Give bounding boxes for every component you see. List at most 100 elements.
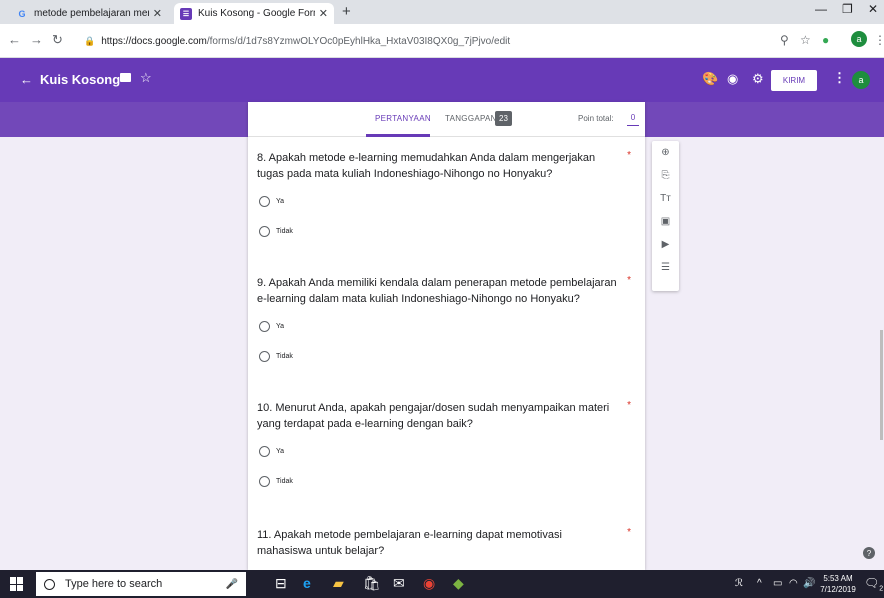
browser-tab-forms[interactable]: ☰ Kuis Kosong - Google Formulir ✕ <box>174 3 334 24</box>
radio-icon[interactable] <box>259 321 270 332</box>
form-title[interactable]: Kuis Kosong <box>40 72 120 87</box>
page-scrollbar[interactable] <box>880 330 883 440</box>
question-text: 10. Menurut Anda, apakah pengajar/dosen … <box>257 402 610 430</box>
radio-icon[interactable] <box>259 351 270 362</box>
form-tabs: PERTANYAAN TANGGAPAN 23 Poin total: 0 <box>248 102 645 137</box>
file-explorer-icon[interactable]: ▰ <box>333 575 344 592</box>
url-path: /forms/d/1d7s8YzmwOLYOc0pEyhlHka_HxtaV03… <box>206 35 511 47</box>
radio-icon[interactable] <box>259 476 270 487</box>
app-icon[interactable]: ◆ <box>453 575 464 592</box>
import-questions-icon[interactable]: ⎘ <box>652 170 679 181</box>
option-tidak[interactable]: Tidak <box>259 351 293 362</box>
zoom-icon[interactable]: ⚲ <box>780 33 789 47</box>
extension-icon[interactable]: ● <box>822 33 829 47</box>
option-label: Tidak <box>276 478 293 485</box>
microphone-icon[interactable]: 🎤 <box>226 579 238 590</box>
close-tab-icon[interactable]: ✕ <box>319 7 328 20</box>
option-ya[interactable]: Ya <box>259 446 284 457</box>
add-question-icon[interactable]: ⊕ <box>652 147 679 158</box>
browser-menu-icon[interactable]: ⋮ <box>874 33 884 47</box>
new-tab-button[interactable]: + <box>342 3 351 20</box>
palette-icon[interactable]: 🎨 <box>702 71 718 87</box>
windows-taskbar: Type here to search 🎤 ⊟ e ▰ 🛍 ✉ ◉ ◆ ℛ ^ … <box>0 570 884 598</box>
back-arrow-icon[interactable]: ← <box>20 72 33 87</box>
question-toolbar: ⊕ ⎘ Tт ▣ ▶ ☰ <box>652 141 679 291</box>
volume-icon[interactable]: 🔊 <box>803 578 815 589</box>
address-bar[interactable]: 🔒 https://docs.google.com/forms/d/1d7s8Y… <box>84 31 844 51</box>
show-hidden-icons-chevron[interactable]: ^ <box>757 578 762 589</box>
reload-icon[interactable]: ↻ <box>52 32 63 48</box>
chrome-icon[interactable]: ◉ <box>423 575 435 592</box>
points-total-label: Poin total: <box>578 114 614 123</box>
account-avatar[interactable]: a <box>852 71 870 89</box>
notification-count: 2 <box>879 585 884 593</box>
folder-icon[interactable] <box>120 73 131 82</box>
radio-icon[interactable] <box>259 196 270 207</box>
task-view-icon[interactable]: ⊟ <box>275 575 287 592</box>
google-g-icon: G <box>18 8 26 19</box>
option-label: Ya <box>276 198 285 205</box>
more-options-icon[interactable]: ⋮ <box>833 70 846 86</box>
minimize-icon[interactable]: — <box>815 2 827 16</box>
bookmark-star-icon[interactable]: ☆ <box>800 33 811 47</box>
close-window-icon[interactable]: ✕ <box>868 2 878 16</box>
form-editor: PERTANYAAN TANGGAPAN 23 Poin total: 0 8.… <box>248 102 645 570</box>
points-total-input[interactable]: 0 <box>627 110 639 126</box>
question-item[interactable]: 11. Apakah metode pembelajaran e-learnin… <box>257 527 637 559</box>
add-image-icon[interactable]: ▣ <box>652 216 679 227</box>
back-arrow-icon[interactable]: ← <box>8 32 21 47</box>
lock-icon: 🔒 <box>84 35 96 46</box>
browser-tab-strip: G metode pembelajaran menurut ✕ ☰ Kuis K… <box>0 0 884 24</box>
preview-eye-icon[interactable]: ◉ <box>727 71 738 87</box>
option-tidak[interactable]: Tidak <box>259 226 293 237</box>
add-section-icon[interactable]: ☰ <box>652 262 679 273</box>
battery-icon[interactable]: ▭ <box>773 578 782 589</box>
browser-tab-title: Kuis Kosong - Google Formulir <box>198 8 315 19</box>
radio-icon[interactable] <box>259 226 270 237</box>
people-icon[interactable]: ℛ <box>735 578 743 589</box>
responses-count-badge: 23 <box>495 111 512 126</box>
store-icon[interactable]: 🛍 <box>363 575 381 592</box>
clock-date: 7/12/2019 <box>820 585 856 594</box>
question-item[interactable]: 8. Apakah metode e-learning memudahkan A… <box>257 150 637 237</box>
star-icon[interactable]: ☆ <box>140 70 152 86</box>
option-label: Ya <box>276 323 285 330</box>
cortana-circle-icon <box>44 578 55 590</box>
option-label: Tidak <box>276 353 293 360</box>
option-ya[interactable]: Ya <box>259 196 284 207</box>
restore-icon[interactable]: ❐ <box>842 2 853 16</box>
question-text: 11. Apakah metode pembelajaran e-learnin… <box>257 529 562 557</box>
edge-browser-icon[interactable]: e <box>303 575 311 591</box>
question-item[interactable]: 9. Apakah Anda memiliki kendala dalam pe… <box>257 275 637 362</box>
required-asterisk: * <box>627 275 631 286</box>
forward-arrow-icon[interactable]: → <box>30 32 43 47</box>
taskbar-clock[interactable]: 5:53 AM 7/12/2019 <box>818 573 858 595</box>
browser-tab-title: metode pembelajaran menurut <box>34 8 149 19</box>
notification-center-icon[interactable]: 🗨2 <box>864 576 883 592</box>
radio-icon[interactable] <box>259 446 270 457</box>
windows-start-icon[interactable] <box>10 577 24 591</box>
profile-avatar[interactable]: a <box>851 31 867 47</box>
question-text: 8. Apakah metode e-learning memudahkan A… <box>257 152 596 180</box>
option-tidak[interactable]: Tidak <box>259 476 293 487</box>
question-text: 9. Apakah Anda memiliki kendala dalam pe… <box>257 277 617 305</box>
browser-toolbar: ← → ↻ 🔒 https://docs.google.com/forms/d/… <box>0 24 884 58</box>
wifi-icon[interactable]: ◠ <box>789 578 798 589</box>
taskbar-search-placeholder: Type here to search <box>65 578 163 590</box>
question-item[interactable]: 10. Menurut Anda, apakah pengajar/dosen … <box>257 400 637 487</box>
required-asterisk: * <box>627 527 631 538</box>
settings-gear-icon[interactable]: ⚙ <box>752 71 764 87</box>
browser-tab-search[interactable]: G metode pembelajaran menurut ✕ <box>10 3 168 24</box>
option-ya[interactable]: Ya <box>259 321 284 332</box>
send-button[interactable]: KIRIM <box>771 70 817 91</box>
taskbar-search-box[interactable]: Type here to search 🎤 <box>36 572 246 596</box>
tab-questions[interactable]: PERTANYAAN <box>375 114 431 123</box>
mail-icon[interactable]: ✉ <box>393 575 405 592</box>
add-title-icon[interactable]: Tт <box>652 193 679 204</box>
add-video-icon[interactable]: ▶ <box>652 239 679 250</box>
url-host: https://docs.google.com <box>101 35 207 47</box>
close-tab-icon[interactable]: ✕ <box>153 7 162 20</box>
clock-time: 5:53 AM <box>823 574 853 583</box>
help-icon[interactable]: ? <box>863 547 875 559</box>
tab-responses[interactable]: TANGGAPAN <box>445 114 497 123</box>
